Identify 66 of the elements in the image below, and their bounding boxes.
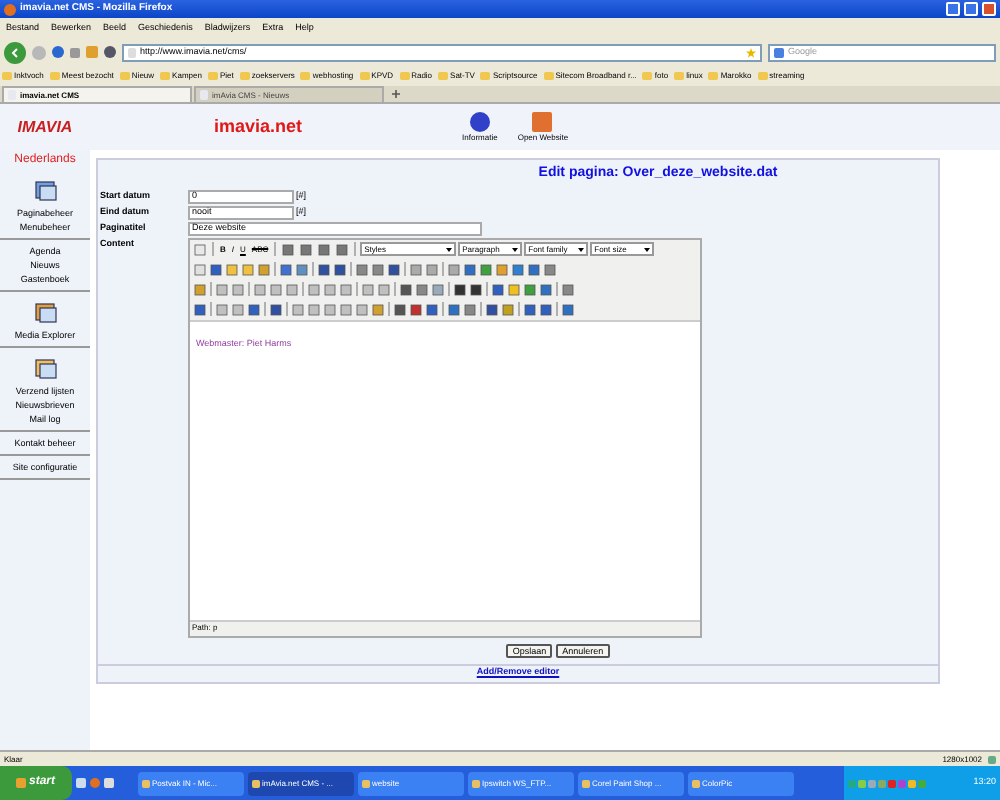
folder-icon xyxy=(207,72,218,80)
toolbar-button[interactable] xyxy=(522,301,538,317)
folder-icon xyxy=(49,72,60,80)
folder-icon xyxy=(300,72,311,80)
toolbar-button[interactable] xyxy=(386,261,402,277)
toolbar-button[interactable] xyxy=(452,281,468,297)
dropdown-arrow-icon xyxy=(644,247,651,251)
toolbar-button[interactable] xyxy=(280,241,297,257)
folder-icon xyxy=(674,72,685,80)
folder-icon xyxy=(642,72,653,80)
app-icon xyxy=(362,779,370,787)
app-icon xyxy=(692,779,700,787)
app-icon xyxy=(252,779,260,787)
folder-icon xyxy=(757,72,768,80)
app-icon xyxy=(142,779,150,787)
toolbar-button[interactable] xyxy=(538,301,554,317)
folder-icon xyxy=(119,72,130,80)
dropdown-arrow-icon xyxy=(512,247,519,251)
folder-icon xyxy=(359,72,370,80)
pages-icon xyxy=(33,178,57,202)
app-icon xyxy=(582,779,590,787)
folder-icon xyxy=(480,72,491,80)
toolbar-button[interactable] xyxy=(208,261,224,277)
app-icon xyxy=(472,779,480,787)
folder-icon xyxy=(239,72,250,80)
toolbar-button[interactable] xyxy=(398,281,414,297)
minimize-button[interactable] xyxy=(946,2,960,16)
folder-icon xyxy=(160,72,171,80)
toolbar-button[interactable] xyxy=(484,301,500,317)
close-button[interactable] xyxy=(982,2,996,16)
toolbar-button[interactable] xyxy=(298,241,315,257)
toolbar-button[interactable] xyxy=(268,301,284,317)
toolbar-button[interactable] xyxy=(316,261,332,277)
dropdown-arrow-icon xyxy=(446,247,453,251)
new-tab-button[interactable] xyxy=(386,86,404,102)
status-icon xyxy=(988,755,996,763)
maximize-button[interactable] xyxy=(964,2,978,16)
site-title: imavia.net xyxy=(214,113,303,140)
page-icon xyxy=(128,47,136,57)
toolbar-button[interactable] xyxy=(192,301,208,317)
page-icon xyxy=(200,90,208,100)
folder-icon xyxy=(438,72,449,80)
folder-icon xyxy=(2,72,12,80)
logo: IMAVIA xyxy=(17,115,73,139)
back-button[interactable] xyxy=(4,41,26,63)
star-icon xyxy=(746,47,756,57)
folder-icon xyxy=(399,72,410,80)
toolbar-button[interactable] xyxy=(408,301,424,317)
toolbar-button[interactable] xyxy=(424,301,440,317)
plus-icon xyxy=(391,90,399,98)
toolbar-button[interactable] xyxy=(462,261,478,277)
folder-icon xyxy=(543,72,554,80)
toolbar-button[interactable] xyxy=(490,281,506,297)
toolbar-button[interactable] xyxy=(278,261,294,277)
toolbar-button[interactable] xyxy=(538,281,554,297)
folder-icon xyxy=(708,72,719,80)
toolbar-button[interactable] xyxy=(526,261,542,277)
toolbar-button[interactable] xyxy=(468,281,484,297)
toolbar-button[interactable] xyxy=(316,241,333,257)
toolbar-button[interactable] xyxy=(560,301,576,317)
toolbar-button[interactable] xyxy=(334,241,351,257)
toolbar-button[interactable] xyxy=(392,301,408,317)
toolbar-button[interactable] xyxy=(446,301,462,317)
toolbar-button[interactable] xyxy=(332,261,348,277)
dropdown-arrow-icon xyxy=(578,247,585,251)
toolbar-button[interactable] xyxy=(246,301,262,317)
